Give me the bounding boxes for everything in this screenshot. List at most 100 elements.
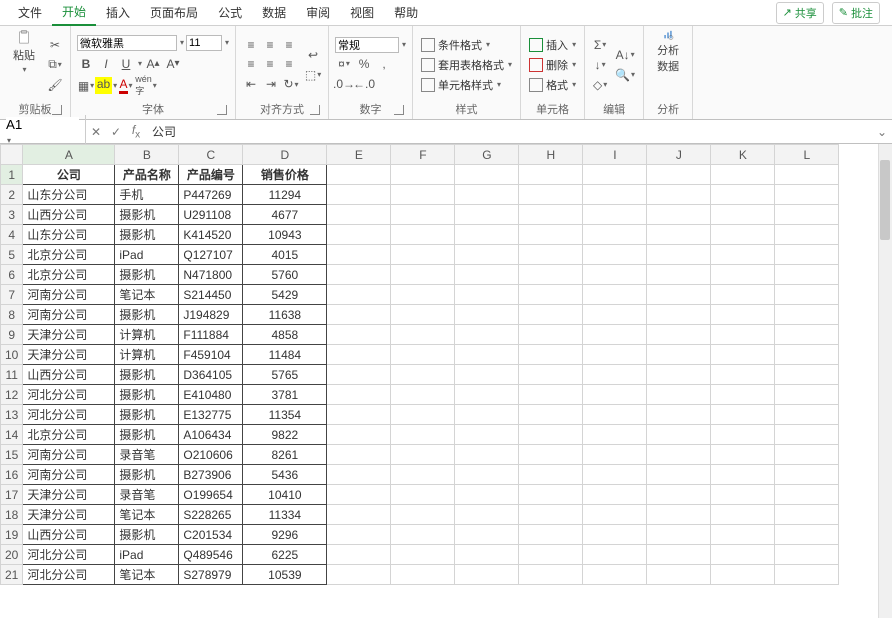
row-header-1[interactable]: 1	[1, 165, 23, 185]
cell-18-F[interactable]	[391, 505, 455, 525]
cell-5-B[interactable]: iPad	[115, 245, 179, 265]
col-header-H[interactable]: H	[519, 145, 583, 165]
cell-16-F[interactable]	[391, 465, 455, 485]
cell-13-K[interactable]	[711, 405, 775, 425]
cell-11-I[interactable]	[583, 365, 647, 385]
cell-16-I[interactable]	[583, 465, 647, 485]
tab-help[interactable]: 帮助	[384, 0, 428, 25]
cell-1-K[interactable]	[711, 165, 775, 185]
cell-6-H[interactable]	[519, 265, 583, 285]
cell-10-C[interactable]: F459104	[179, 345, 243, 365]
number-format-combo[interactable]	[335, 37, 399, 53]
expand-formula-icon[interactable]: ⌄	[872, 125, 892, 139]
cell-9-H[interactable]	[519, 325, 583, 345]
cell-11-E[interactable]	[327, 365, 391, 385]
cell-12-G[interactable]	[455, 385, 519, 405]
table-format-button[interactable]: 套用表格格式▾	[419, 56, 514, 74]
decrease-font-icon[interactable]: A▾	[164, 55, 182, 73]
cell-15-E[interactable]	[327, 445, 391, 465]
row-header-20[interactable]: 20	[1, 545, 23, 565]
cell-16-B[interactable]: 摄影机	[115, 465, 179, 485]
cell-20-D[interactable]: 6225	[243, 545, 327, 565]
cell-9-K[interactable]	[711, 325, 775, 345]
cell-8-J[interactable]	[647, 305, 711, 325]
col-header-D[interactable]: D	[243, 145, 327, 165]
col-header-C[interactable]: C	[179, 145, 243, 165]
cell-20-G[interactable]	[455, 545, 519, 565]
cell-3-A[interactable]: 山西分公司	[23, 205, 115, 225]
cell-6-F[interactable]	[391, 265, 455, 285]
cell-4-C[interactable]: K414520	[179, 225, 243, 245]
cell-16-C[interactable]: B273906	[179, 465, 243, 485]
cell-17-G[interactable]	[455, 485, 519, 505]
cell-6-I[interactable]	[583, 265, 647, 285]
cell-15-A[interactable]: 河南分公司	[23, 445, 115, 465]
row-header-7[interactable]: 7	[1, 285, 23, 305]
row-header-8[interactable]: 8	[1, 305, 23, 325]
cell-20-F[interactable]	[391, 545, 455, 565]
row-header-9[interactable]: 9	[1, 325, 23, 345]
align-top-icon[interactable]: ≡	[242, 36, 260, 54]
cell-6-D[interactable]: 5760	[243, 265, 327, 285]
cell-21-K[interactable]	[711, 565, 775, 585]
row-header-6[interactable]: 6	[1, 265, 23, 285]
cell-5-A[interactable]: 北京分公司	[23, 245, 115, 265]
cell-21-I[interactable]	[583, 565, 647, 585]
cell-14-E[interactable]	[327, 425, 391, 445]
cell-13-A[interactable]: 河北分公司	[23, 405, 115, 425]
cell-11-L[interactable]	[775, 365, 839, 385]
cell-19-B[interactable]: 摄影机	[115, 525, 179, 545]
cell-8-G[interactable]	[455, 305, 519, 325]
spreadsheet-grid[interactable]: ABCDEFGHIJKL1公司产品名称产品编号销售价格2山东分公司手机P4472…	[0, 144, 892, 618]
cell-11-F[interactable]	[391, 365, 455, 385]
cell-11-D[interactable]: 5765	[243, 365, 327, 385]
cell-13-I[interactable]	[583, 405, 647, 425]
tab-home[interactable]: 开始	[52, 0, 96, 26]
row-header-17[interactable]: 17	[1, 485, 23, 505]
cell-10-D[interactable]: 11484	[243, 345, 327, 365]
cell-7-E[interactable]	[327, 285, 391, 305]
cell-8-D[interactable]: 11638	[243, 305, 327, 325]
cancel-icon[interactable]: ✕	[86, 125, 106, 139]
cell-9-B[interactable]: 计算机	[115, 325, 179, 345]
cell-8-E[interactable]	[327, 305, 391, 325]
cell-2-D[interactable]: 11294	[243, 185, 327, 205]
border-icon[interactable]: ▦▾	[77, 77, 95, 95]
indent-increase-icon[interactable]: ⇥	[262, 75, 280, 93]
cell-9-I[interactable]	[583, 325, 647, 345]
cell-10-L[interactable]	[775, 345, 839, 365]
cell-13-H[interactable]	[519, 405, 583, 425]
row-header-19[interactable]: 19	[1, 525, 23, 545]
clipboard-launcher[interactable]	[52, 105, 62, 115]
cell-3-J[interactable]	[647, 205, 711, 225]
cell-14-L[interactable]	[775, 425, 839, 445]
font-size-combo[interactable]	[186, 35, 222, 51]
cell-15-L[interactable]	[775, 445, 839, 465]
row-header-3[interactable]: 3	[1, 205, 23, 225]
tab-review[interactable]: 审阅	[296, 0, 340, 25]
cell-11-K[interactable]	[711, 365, 775, 385]
cell-10-I[interactable]	[583, 345, 647, 365]
cell-6-K[interactable]	[711, 265, 775, 285]
cell-11-C[interactable]: D364105	[179, 365, 243, 385]
cell-20-K[interactable]	[711, 545, 775, 565]
cell-1-I[interactable]	[583, 165, 647, 185]
cell-18-K[interactable]	[711, 505, 775, 525]
tab-view[interactable]: 视图	[340, 0, 384, 25]
cell-21-B[interactable]: 笔记本	[115, 565, 179, 585]
cell-21-A[interactable]: 河北分公司	[23, 565, 115, 585]
cell-3-F[interactable]	[391, 205, 455, 225]
cell-5-D[interactable]: 4015	[243, 245, 327, 265]
cell-17-B[interactable]: 录音笔	[115, 485, 179, 505]
cell-7-L[interactable]	[775, 285, 839, 305]
cell-8-I[interactable]	[583, 305, 647, 325]
cell-3-K[interactable]	[711, 205, 775, 225]
cell-17-D[interactable]: 10410	[243, 485, 327, 505]
indent-decrease-icon[interactable]: ⇤	[242, 75, 260, 93]
col-header-F[interactable]: F	[391, 145, 455, 165]
cell-17-K[interactable]	[711, 485, 775, 505]
cell-15-G[interactable]	[455, 445, 519, 465]
cell-9-D[interactable]: 4858	[243, 325, 327, 345]
cell-8-L[interactable]	[775, 305, 839, 325]
copy-icon[interactable]: ⧉▾	[46, 56, 64, 74]
